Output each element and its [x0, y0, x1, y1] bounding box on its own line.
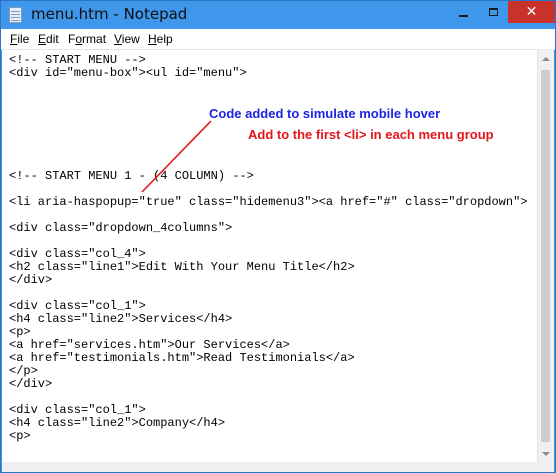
code-line: </div>: [9, 377, 53, 391]
vertical-scrollbar[interactable]: [537, 50, 554, 462]
code-line: <h2 class="line1">Edit With Your Menu Ti…: [9, 260, 355, 274]
code-line: <div class="dropdown_4columns">: [9, 221, 233, 235]
menu-help[interactable]: Help: [148, 32, 173, 46]
annotation-red-note: Add to the first <li> in each menu group: [248, 127, 494, 142]
menu-help-accel: H: [148, 32, 157, 46]
menu-view-label: iew: [121, 32, 140, 46]
window-title: menu.htm - Notepad: [31, 5, 188, 23]
menu-edit-accel: E: [38, 32, 47, 46]
menu-bar: File Edit Format View Help: [1, 29, 555, 50]
notepad-window: menu.htm - Notepad ✕ File Edit Format Vi…: [0, 0, 556, 473]
menu-edit-label: dit: [46, 32, 59, 46]
annotation-blue-note: Code added to simulate mobile hover: [209, 106, 441, 121]
minimize-icon: [458, 15, 468, 17]
code-line: <h4 class="line2">Company</h4>: [9, 416, 226, 430]
scroll-up-button[interactable]: [538, 50, 554, 67]
menu-format-label: rmat: [82, 32, 107, 46]
menu-format[interactable]: Format: [68, 32, 106, 46]
code-line: <!-- START MENU 1 - (4 COLUMN) -->: [9, 169, 254, 183]
menu-view[interactable]: View: [114, 32, 140, 46]
title-bar[interactable]: menu.htm - Notepad ✕: [1, 1, 555, 29]
code-line: </div>: [9, 273, 53, 287]
close-icon: ✕: [525, 4, 538, 20]
maximize-button[interactable]: [478, 1, 508, 23]
bottom-edge: [2, 462, 554, 472]
code-line: <div id="menu-box"><ul id="menu">: [9, 66, 247, 80]
menu-view-accel: V: [114, 32, 122, 46]
maximize-icon: [488, 8, 498, 16]
scroll-down-button[interactable]: [538, 445, 554, 462]
chevron-down-icon: [542, 451, 550, 456]
code-line: <a href="testimonials.htm">Read Testimon…: [9, 351, 355, 365]
code-line: <p>: [9, 429, 31, 443]
chevron-up-icon: [542, 56, 550, 61]
code-line: <li aria-haspopup="true" class="hidemenu…: [9, 195, 528, 209]
close-button[interactable]: ✕: [508, 1, 555, 23]
menu-help-label: elp: [156, 32, 173, 46]
menu-file-label: ile: [17, 32, 30, 46]
menu-file[interactable]: File: [10, 32, 29, 46]
code-line: <h4 class="line2">Services</h4>: [9, 312, 233, 326]
menu-edit[interactable]: Edit: [38, 32, 59, 46]
minimize-button[interactable]: [448, 1, 478, 23]
notepad-icon[interactable]: [9, 7, 22, 23]
scroll-thumb[interactable]: [541, 70, 550, 442]
